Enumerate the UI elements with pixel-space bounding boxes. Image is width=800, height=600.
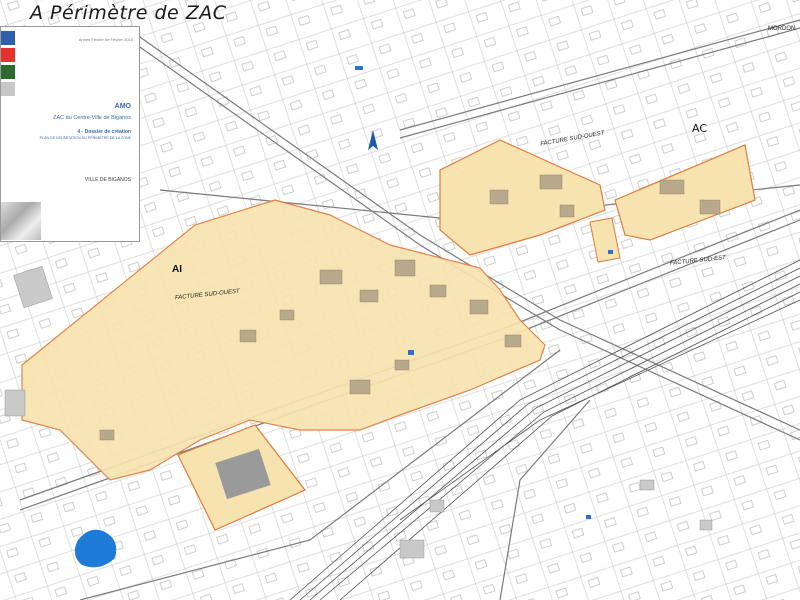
label-mordon: MORDON <box>768 26 796 32</box>
swatch-blue <box>1 31 15 45</box>
zone-label-ac: AC <box>692 122 708 135</box>
swatch-red <box>1 48 15 62</box>
cartouche-header: Année Février de Février 2010 <box>78 37 133 42</box>
color-swatches <box>1 31 15 99</box>
zone-label-ai: AI <box>172 264 182 275</box>
swatch-green <box>1 65 15 79</box>
cartouche-zac-title: ZAC du Centre-Ville de Biganos <box>53 115 131 121</box>
cartouche-amo: AMO <box>114 103 131 110</box>
cartouche-ville: VILLE DE BIGANOS <box>84 177 131 183</box>
cartouche-photo <box>1 202 41 240</box>
title-block: Année Février de Février 2010 AMO ZAC du… <box>0 26 140 242</box>
map-title: A Périmètre de ZAC <box>30 2 227 24</box>
cartouche-plan-caption: PLAN DE DÉLIMITATION DU PÉRIMÈTRE DE LA … <box>39 136 131 140</box>
swatch-grey <box>1 82 15 96</box>
cartouche-dossier: 4 - Dossier de création <box>77 129 131 135</box>
